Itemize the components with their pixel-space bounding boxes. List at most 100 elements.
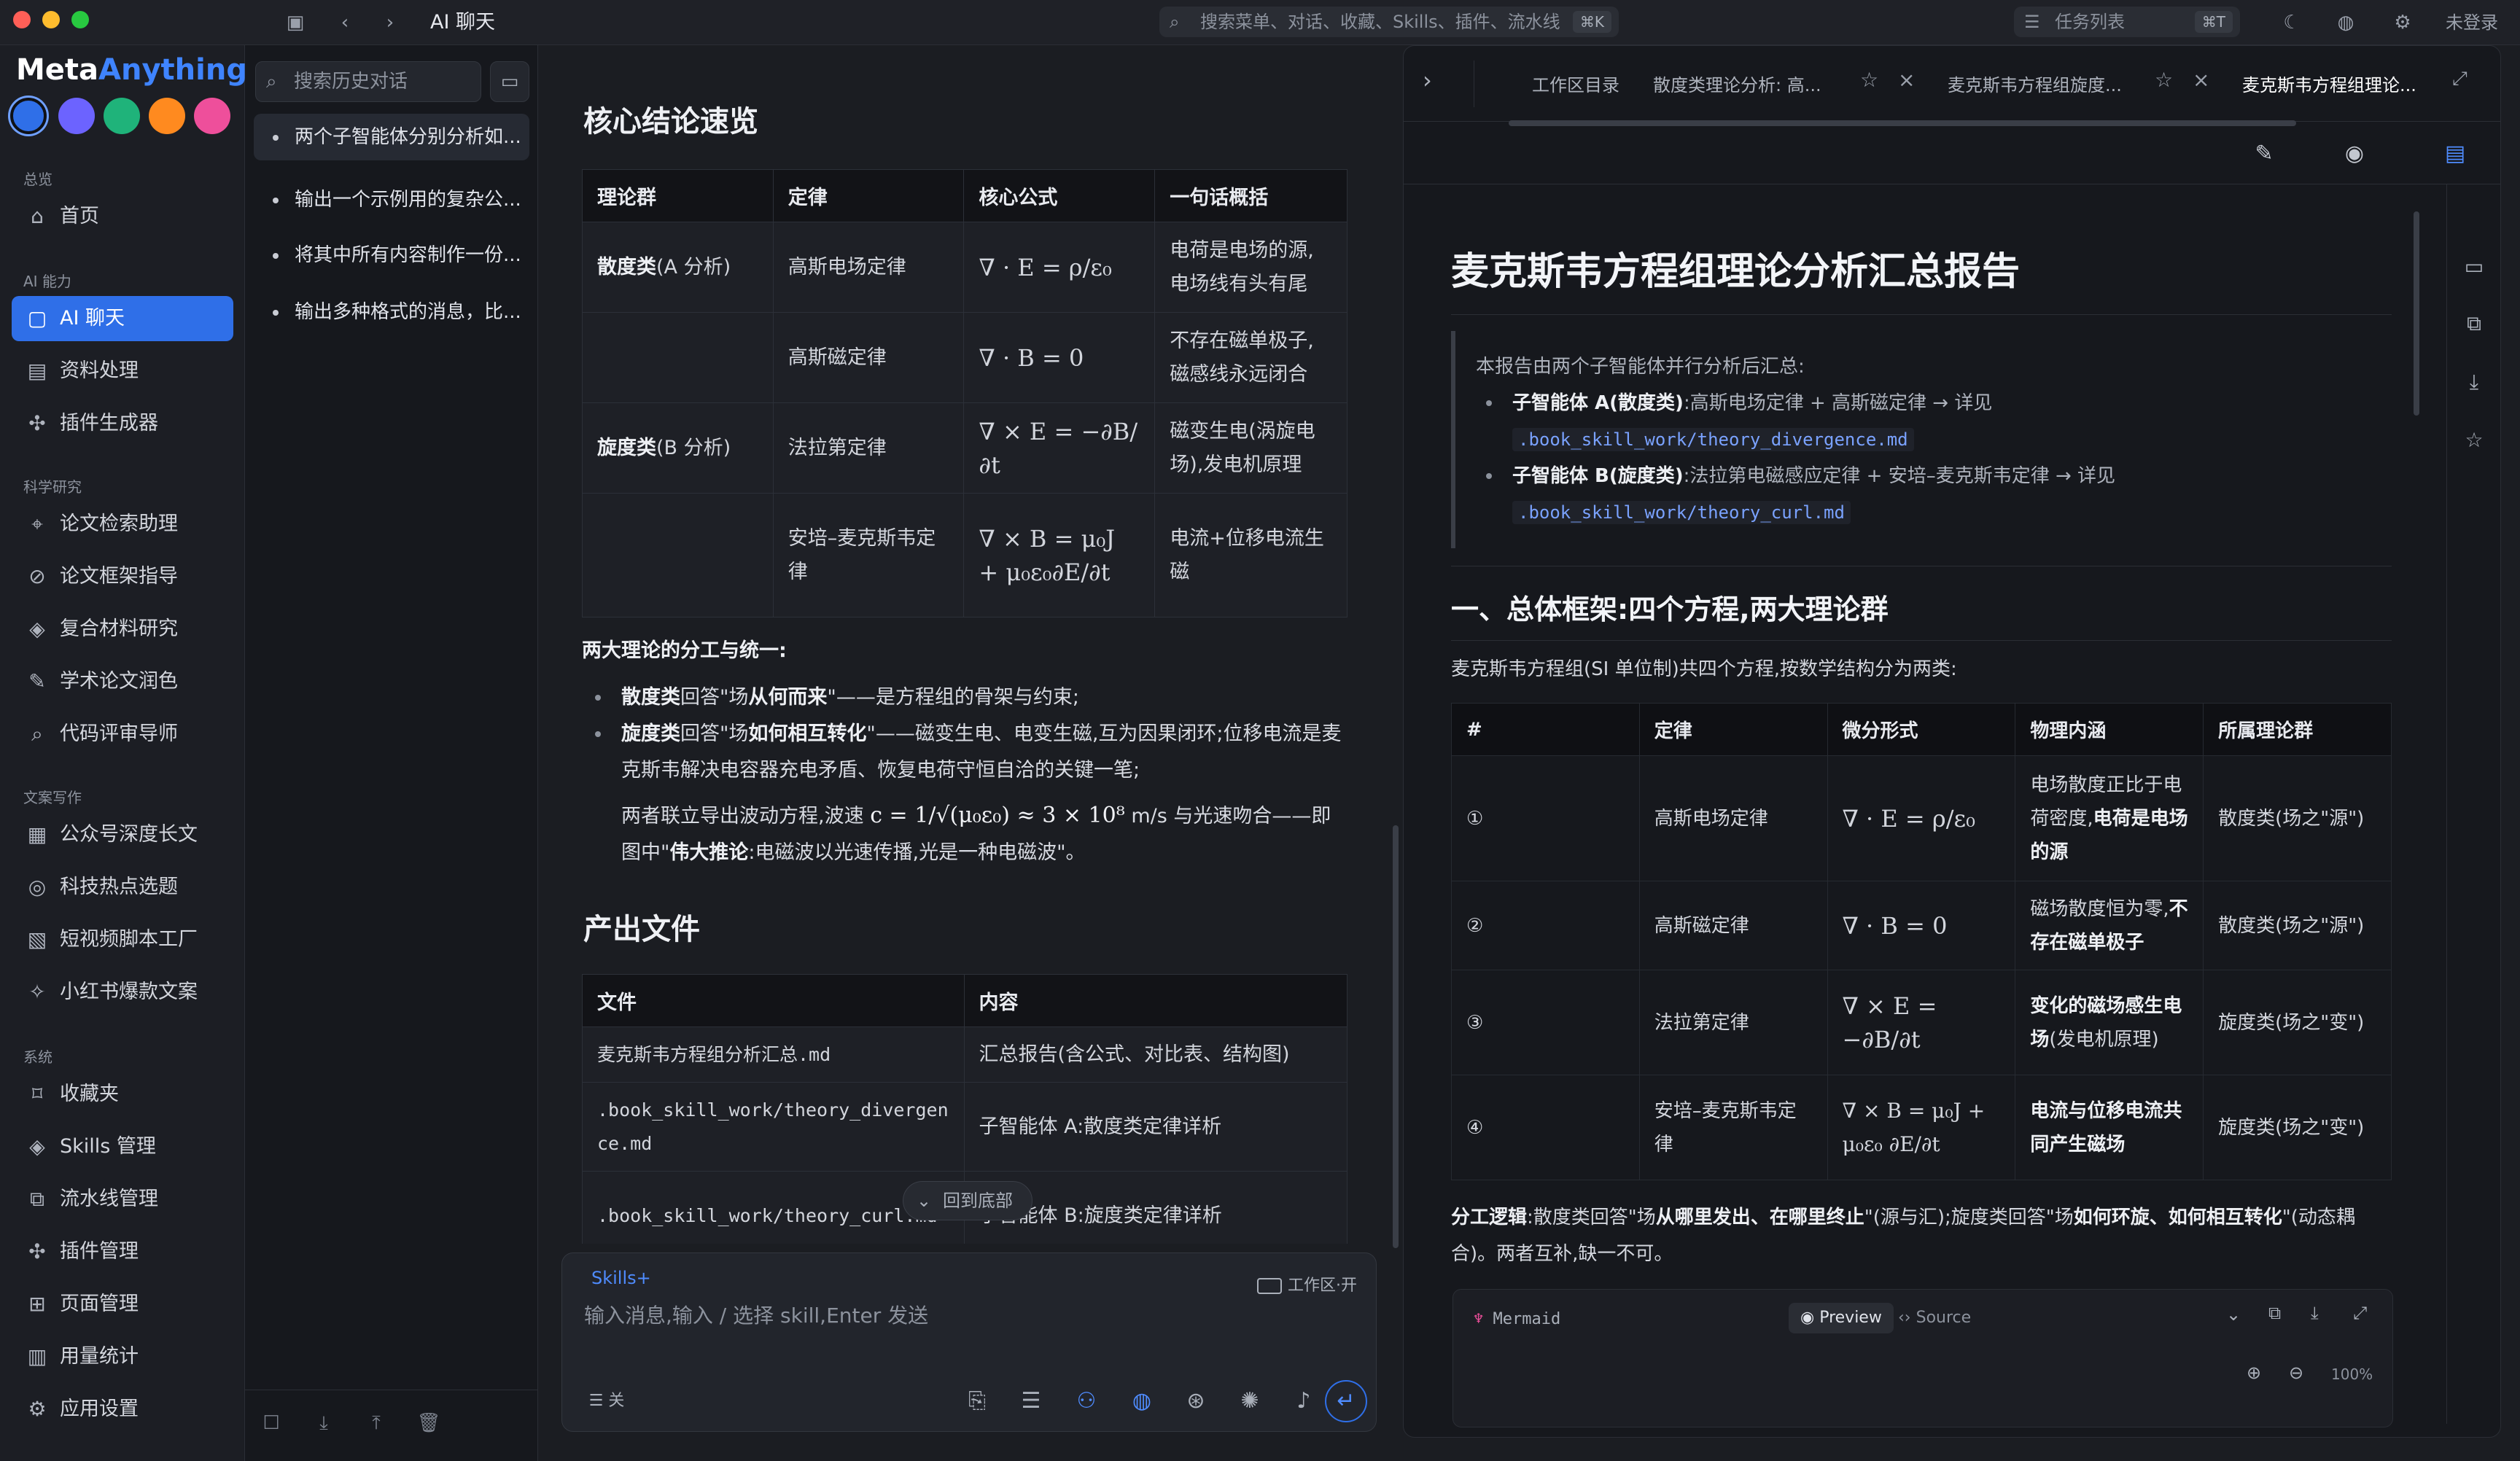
agent-a-file-link[interactable]: .book_skill_work/theory_divergence.md (1512, 428, 1914, 451)
theme-swatch-blue[interactable] (10, 98, 47, 134)
sidebar-item-pipelines[interactable]: ⧉ 流水线管理 (12, 1177, 233, 1222)
sidebar-item-favorites[interactable]: ⌑ 收藏夹 (12, 1072, 233, 1117)
sidebar-item-home[interactable]: ⌂ 首页 (12, 194, 233, 239)
attach-icon[interactable]: ⎘ (962, 1386, 992, 1417)
preview-eye-icon[interactable]: ◉ (2340, 139, 2369, 168)
upload-icon[interactable]: ⤒ (363, 1412, 389, 1438)
file-cell[interactable]: .book_skill_work/theory_divergence.md (582, 1082, 965, 1172)
document-scrollbar[interactable] (2414, 211, 2419, 416)
download-icon[interactable]: ⤓ (311, 1412, 337, 1438)
sidebar-item-xiaohongshu[interactable]: ✧ 小红书爆款文案 (12, 970, 233, 1015)
table-cell: 高斯电场定律 (1638, 755, 1828, 881)
edit-icon[interactable]: ✎ (2249, 139, 2279, 168)
web-search-icon[interactable]: ◍ (1127, 1386, 1157, 1417)
download-icon[interactable]: ⤓ (2459, 367, 2489, 397)
source-label: Source (1916, 1309, 1972, 1327)
sidebar-item-pages[interactable]: ⊞ 页面管理 (12, 1282, 233, 1327)
bar-chart-icon: ▥ (27, 1344, 47, 1368)
radar-icon: ◎ (28, 875, 47, 899)
close-tab-icon[interactable]: × (2193, 68, 2209, 92)
expand-icon[interactable]: ⤢ (2452, 68, 2468, 90)
tab-divergence-analysis[interactable]: 散度类理论分析: 高... (1653, 71, 1821, 96)
table-header: 微分形式 (1827, 703, 2016, 756)
sidebar-item-plugins[interactable]: ✣ 插件管理 (12, 1229, 233, 1274)
message-input[interactable]: 输入消息,输入 / 选择 skill,Enter 发送 (584, 1300, 928, 1329)
zoom-in-icon[interactable]: ⊕ (2247, 1363, 2261, 1383)
history-item[interactable]: 输出一个示例用的复杂公... (254, 176, 529, 223)
back-arrow-icon[interactable]: ‹ (331, 9, 359, 36)
skills-tag[interactable]: Skills+ (591, 1268, 651, 1288)
file-cell[interactable]: 麦克斯韦方程组分析汇总.md (582, 1026, 965, 1083)
minimize-window-button[interactable] (42, 11, 60, 28)
preview-toggle-button[interactable]: ◉ Preview (1789, 1303, 1894, 1333)
login-status[interactable]: 未登录 (2446, 9, 2498, 36)
theme-swatch-pink[interactable] (194, 98, 230, 134)
sidebar-item-skills[interactable]: ◈ Skills 管理 (12, 1124, 233, 1169)
star-icon[interactable]: ☆ (1860, 68, 1878, 92)
sidebar-item-paper-search[interactable]: ⌖ 论文检索助理 (12, 502, 233, 547)
stack-icon[interactable]: ☰ (1016, 1386, 1046, 1417)
back-to-bottom-button[interactable]: ⌄ 回到底部 (903, 1181, 1032, 1220)
sidebar-item-paper-framework[interactable]: ⊘ 论文框架指导 (12, 554, 233, 599)
fullscreen-icon[interactable]: ⤢ (2353, 1303, 2367, 1323)
formula-cell: ∇ × E = −∂B/∂t (1827, 970, 2016, 1075)
sidebar-item-ai-chat[interactable]: ▢ AI 聊天 (12, 296, 233, 341)
sidebar-item-video-script[interactable]: ▧ 短视频脚本工厂 (12, 917, 233, 962)
copy-icon[interactable]: ⧉ (2459, 308, 2489, 339)
message-composer[interactable]: Skills+ 工作区·开 输入消息,输入 / 选择 skill,Enter 发… (561, 1252, 1377, 1432)
sidebar-item-longform[interactable]: ▦ 公众号深度长文 (12, 812, 233, 857)
dark-mode-icon[interactable]: ☾ (2278, 9, 2306, 36)
tab-curl-analysis[interactable]: 麦克斯韦方程组旋度... (1948, 71, 2122, 96)
sidebar-item-polish[interactable]: ✎ 学术论文润色 (12, 659, 233, 704)
sidebar-toggle-icon[interactable]: ▣ (281, 9, 309, 36)
agents-icon[interactable]: ⚇ (1071, 1386, 1102, 1417)
select-all-icon[interactable]: ☐ (258, 1412, 284, 1438)
copy-icon[interactable]: ⧉ (2268, 1303, 2281, 1323)
workspace-toggle[interactable]: 工作区·开 (1257, 1272, 1357, 1296)
agent-b-name: 子智能体 B(旋度类) (1512, 465, 1684, 487)
split-view-icon[interactable]: ▤ (2441, 139, 2470, 168)
sidebar-item-settings[interactable]: ⚙ 应用设置 (12, 1387, 233, 1432)
new-chat-button[interactable]: ▭ (490, 61, 529, 102)
close-window-button[interactable] (13, 11, 31, 28)
sidebar-item-material[interactable]: ▤ 资料处理 (12, 348, 233, 394)
theme-swatch-purple[interactable] (58, 98, 95, 134)
gear-icon[interactable]: ⚙ (2389, 9, 2416, 36)
history-search-input[interactable]: ⌕ 搜索历史对话 (255, 61, 481, 102)
task-mode-toggle[interactable]: ☰ 关 (581, 1386, 632, 1417)
zoom-out-icon[interactable]: ⊖ (2289, 1363, 2303, 1383)
folder-icon[interactable]: ▭ (2459, 252, 2489, 282)
chevron-down-icon[interactable]: ⌄ (2226, 1304, 2241, 1325)
global-search-input[interactable]: ⌕ 搜索菜单、对话、收藏、Skills、插件、流水线 ⌘K (1159, 7, 1619, 37)
trash-icon[interactable]: 🗑 (416, 1412, 442, 1438)
openai-icon[interactable]: ✺ (1234, 1386, 1265, 1417)
history-item[interactable]: 输出多种格式的消息，比... (254, 289, 529, 335)
history-item[interactable]: 将其中所有内容制作一份... (254, 232, 529, 278)
task-list-button[interactable]: ☰ 任务列表 ⌘T (2014, 7, 2240, 37)
star-icon[interactable]: ☆ (2155, 68, 2173, 92)
chat-scrollbar[interactable] (1393, 825, 1399, 1248)
globe-icon[interactable]: ◍ (2332, 9, 2360, 36)
sidebar-item-code-review[interactable]: ⌕ 代码评审导师 (12, 712, 233, 757)
sidebar-item-usage[interactable]: ▥ 用量统计 (12, 1334, 233, 1379)
close-tab-icon[interactable]: × (1898, 68, 1915, 92)
star-icon[interactable]: ☆ (2459, 425, 2489, 456)
history-item[interactable]: 两个子智能体分别分析如... (254, 114, 529, 160)
tab-workspace-directory[interactable]: 工作区目录 (1532, 71, 1619, 96)
sidebar-item-hot-topics[interactable]: ◎ 科技热点选题 (12, 865, 233, 910)
sidebar-item-plugin-generator[interactable]: ✣ 插件生成器 (12, 401, 233, 446)
forward-arrow-icon[interactable]: › (376, 9, 404, 36)
send-button[interactable]: ↵ (1325, 1380, 1367, 1422)
maximize-window-button[interactable] (71, 11, 89, 28)
microphone-icon[interactable]: ♪ (1288, 1386, 1319, 1417)
source-toggle-button[interactable]: ‹› Source (1898, 1303, 1971, 1333)
model-icon[interactable]: ⊛ (1181, 1386, 1211, 1417)
agent-b-file-link[interactable]: .book_skill_work/theory_curl.md (1512, 501, 1851, 524)
tab-summary-report[interactable]: 麦克斯韦方程组理论... (2242, 71, 2416, 96)
sidebar-item-label: 收藏夹 (60, 1083, 119, 1105)
collapse-panel-icon[interactable]: › (1423, 66, 1432, 94)
download-icon[interactable]: ⤓ (2311, 1303, 2319, 1323)
theme-swatch-green[interactable] (104, 98, 140, 134)
theme-swatch-orange[interactable] (149, 98, 185, 134)
sidebar-item-composite[interactable]: ◈ 复合材料研究 (12, 607, 233, 652)
